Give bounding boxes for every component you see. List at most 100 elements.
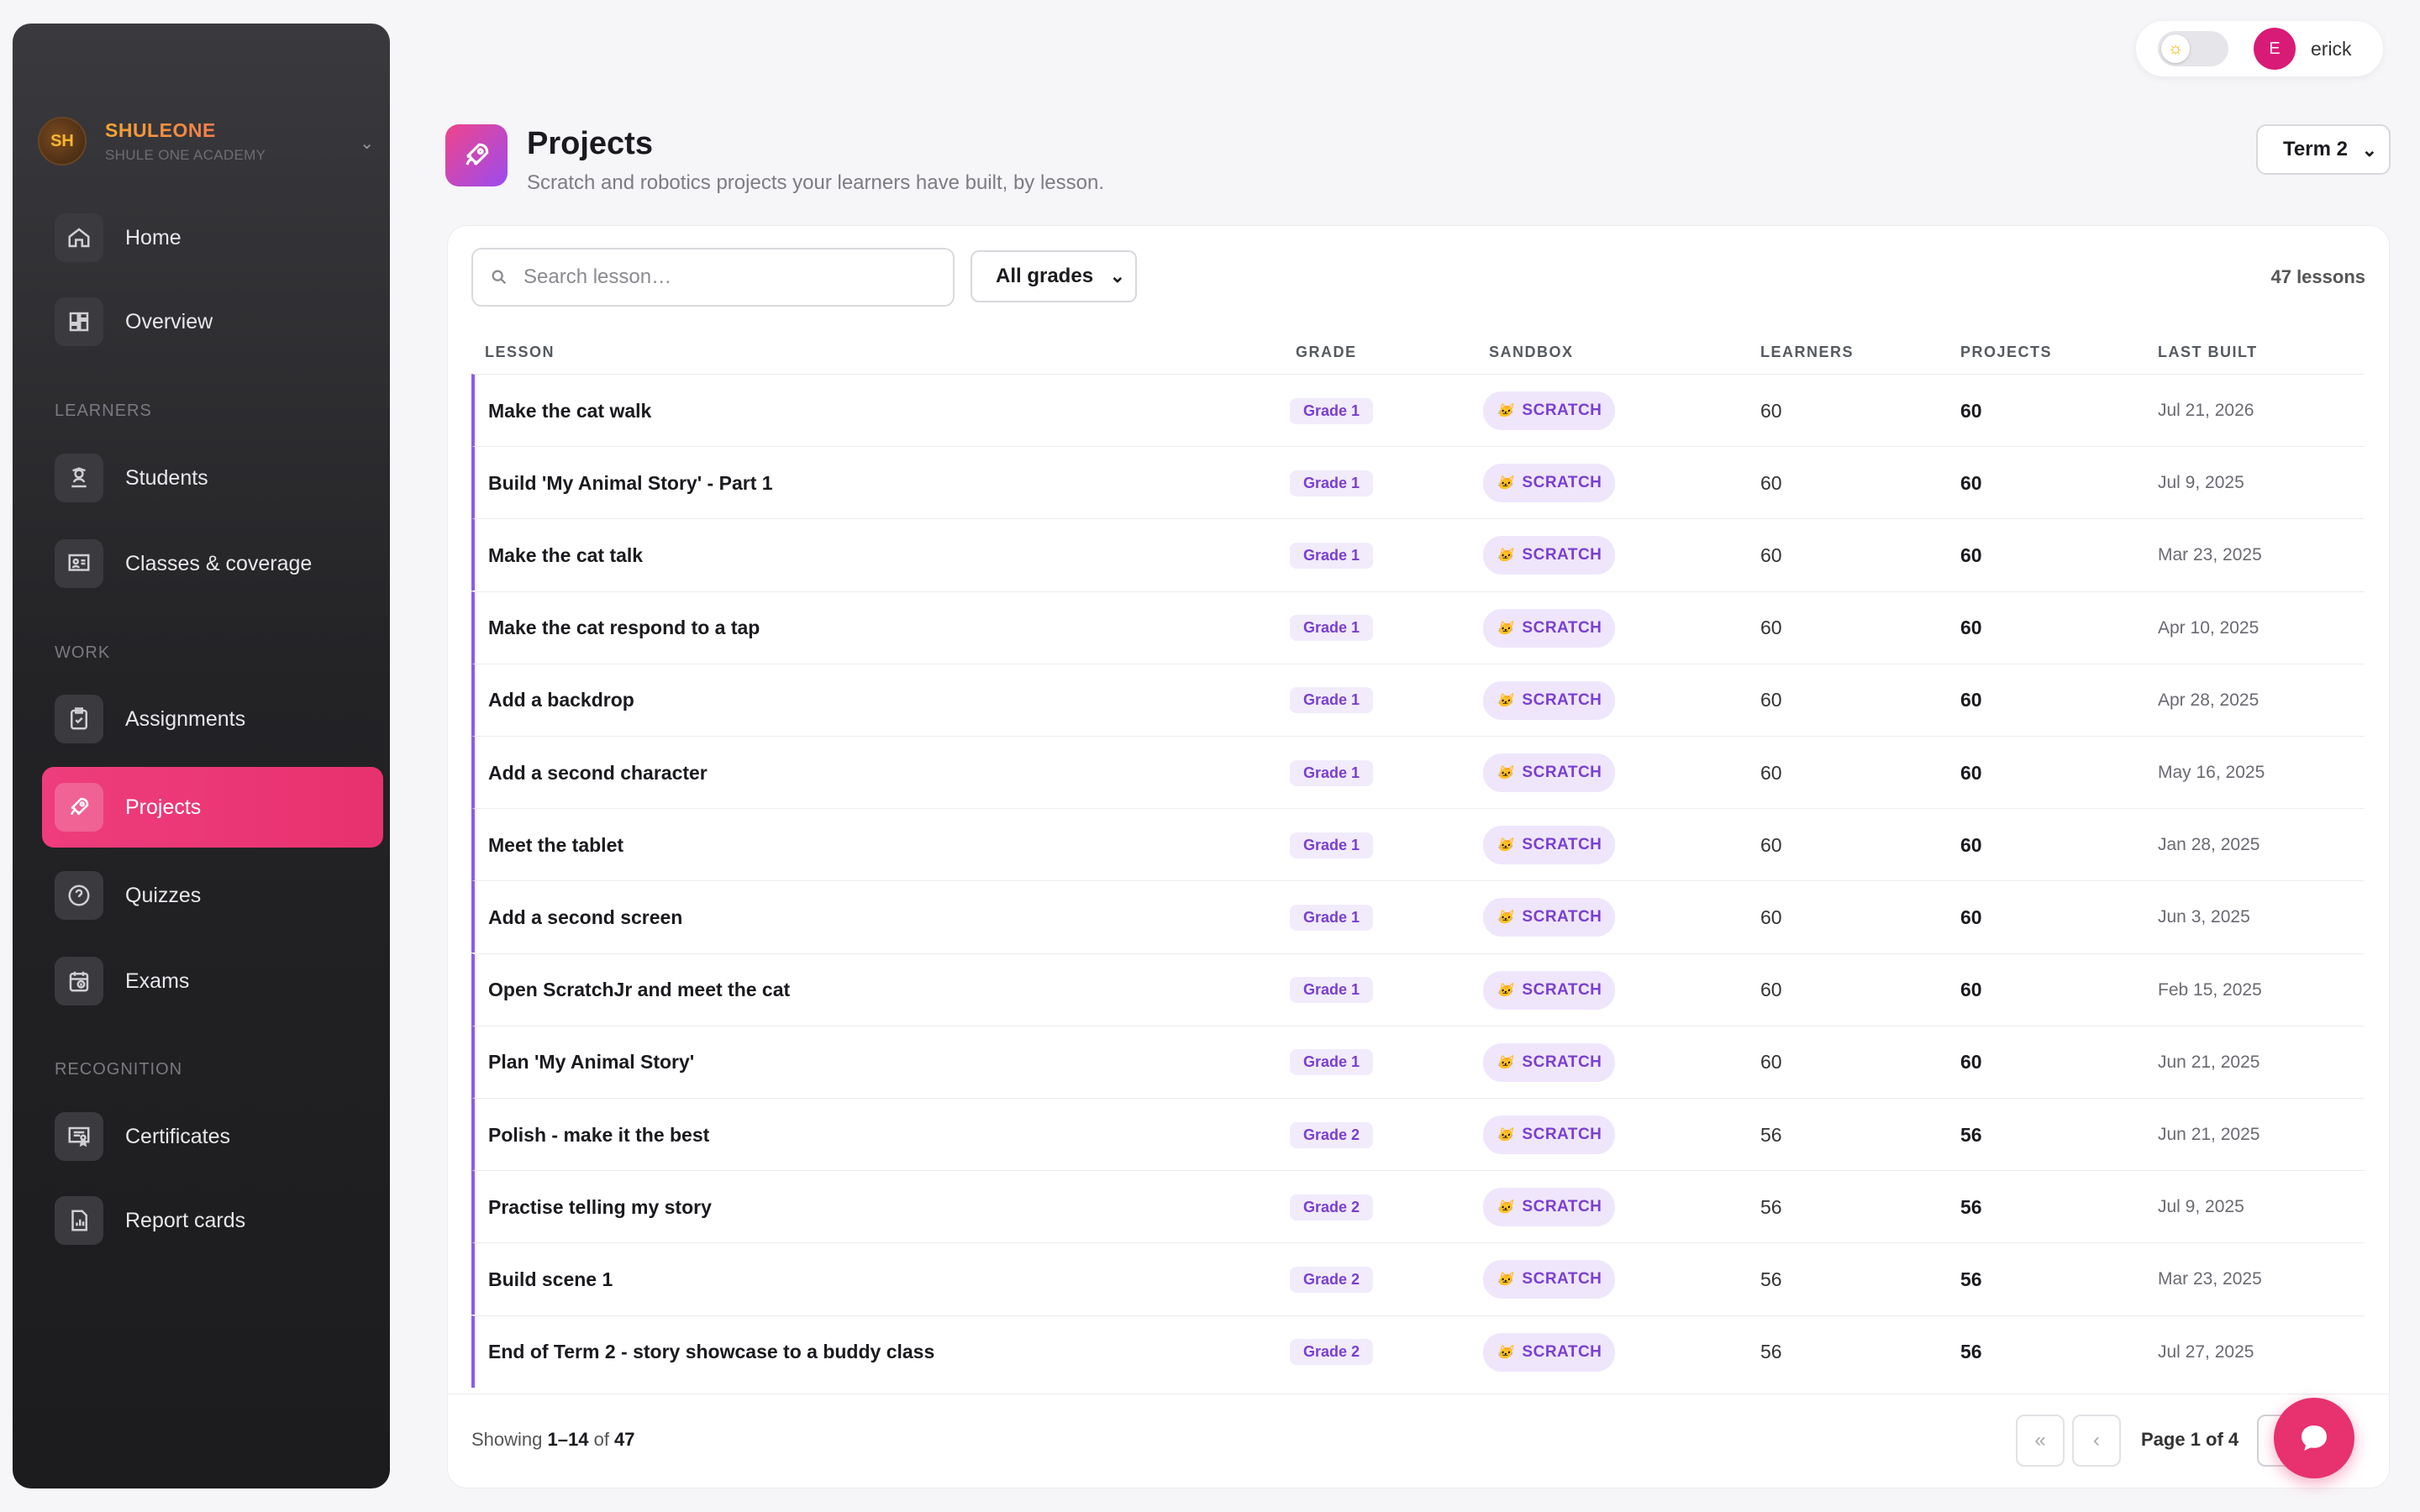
sidebar-item-report-cards[interactable]: Report cards: [42, 1180, 383, 1261]
sidebar-item-quizzes[interactable]: Quizzes: [42, 855, 383, 936]
last-built-date: Mar 23, 2025: [2158, 545, 2262, 565]
sandbox-label: SCRATCH: [1522, 1053, 1602, 1071]
sandbox-label: SCRATCH: [1522, 402, 1602, 419]
user-name[interactable]: erick: [2311, 38, 2352, 60]
sidebar-item-students[interactable]: Students: [42, 438, 383, 518]
column-header-grade[interactable]: GRADE: [1296, 344, 1357, 361]
grade-badge: Grade 1: [1290, 881, 1374, 953]
search-input[interactable]: [523, 265, 927, 289]
section-label-work: WORK: [55, 643, 111, 662]
sandbox-badge: 🐱 SCRATCH: [1483, 375, 1616, 447]
lesson-name[interactable]: Build scene 1: [488, 1243, 613, 1315]
column-header-learners[interactable]: LEARNERS: [1760, 344, 1854, 361]
avatar[interactable]: E: [2254, 28, 2296, 70]
grade-badge: Grade 1: [1290, 447, 1374, 519]
table-row[interactable]: Make the cat respond to a tap Grade 1 🐱 SCR…: [471, 591, 2365, 664]
lesson-name[interactable]: Add a backdrop: [488, 664, 634, 737]
table-row[interactable]: Polish - make it the best Grade 2 🐱 SCRATCH…: [471, 1098, 2365, 1170]
table-row[interactable]: Meet the tablet Grade 1 🐱 SCRATCH 60 60 Jan 28…: [471, 808, 2365, 881]
grade-badge-label: Grade 2: [1290, 1339, 1374, 1366]
chevron-down-icon[interactable]: ⌄: [360, 133, 374, 154]
last-built-date: Mar 23, 2025: [2158, 1269, 2262, 1289]
org-switcher[interactable]: SH SHULEONE SHULE ONE ACADEMY ⌄: [38, 91, 374, 192]
projects-count: 56: [1960, 1123, 1982, 1146]
sidebar-item-label: Home: [125, 225, 182, 249]
sandbox-badge: 🐱 SCRATCH: [1483, 809, 1616, 881]
learners-count: 60: [1760, 761, 1782, 784]
sandbox-badge-pill: 🐱 SCRATCH: [1483, 1116, 1616, 1154]
grade-badge: Grade 1: [1290, 737, 1374, 809]
grade-badge: Grade 1: [1290, 375, 1374, 447]
org-name: SHULEONE: [105, 119, 266, 142]
lesson-name[interactable]: Add a second screen: [488, 881, 682, 953]
lesson-name[interactable]: Add a second character: [488, 737, 708, 809]
grade-filter-select[interactable]: All grades ⌄: [971, 250, 1137, 302]
table-row[interactable]: Add a second screen Grade 1 🐱 SCRATCH 60 60 Ju…: [471, 880, 2365, 953]
sandbox-badge: 🐱 SCRATCH: [1483, 1026, 1616, 1099]
sidebar-item-home[interactable]: Home: [42, 197, 383, 278]
sandbox-label: SCRATCH: [1522, 1198, 1602, 1216]
sidebar-item-assignments[interactable]: Assignments: [42, 679, 383, 759]
sandbox-badge-pill: 🐱 SCRATCH: [1483, 1260, 1616, 1299]
table-row[interactable]: Build scene 1 Grade 2 🐱 SCRATCH 56 56 Mar 23, …: [471, 1242, 2365, 1315]
sandbox-label: SCRATCH: [1522, 690, 1602, 709]
sidebar-item-projects[interactable]: Projects: [42, 767, 383, 848]
first-page-button[interactable]: «: [2016, 1415, 2065, 1467]
column-header-projects[interactable]: PROJECTS: [1960, 344, 2052, 361]
classroom-icon: [55, 539, 103, 588]
sandbox-badge: 🐱 SCRATCH: [1483, 737, 1616, 809]
lesson-name[interactable]: Build 'My Animal Story' - Part 1: [488, 447, 773, 519]
column-header-last-built[interactable]: LAST BUILT: [2158, 344, 2258, 361]
table-row[interactable]: Make the cat walk Grade 1 🐱 SCRATCH 60 60 Jul …: [471, 374, 2365, 446]
table-row[interactable]: Open ScratchJr and meet the cat Grade 1 🐱 S…: [471, 953, 2365, 1026]
table-row[interactable]: Make the cat talk Grade 1 🐱 SCRATCH 60 60 Mar …: [471, 518, 2365, 591]
lesson-name[interactable]: Polish - make it the best: [488, 1099, 709, 1171]
grade-badge: Grade 1: [1290, 1026, 1374, 1099]
table-row[interactable]: Practise telling my story Grade 2 🐱 SCRATCH…: [471, 1170, 2365, 1243]
lesson-name[interactable]: Plan 'My Animal Story': [488, 1026, 694, 1099]
sandbox-badge-pill: 🐱 SCRATCH: [1483, 1188, 1616, 1227]
column-header-lesson[interactable]: LESSON: [485, 344, 555, 361]
table-row[interactable]: Add a backdrop Grade 1 🐱 SCRATCH 60 60 Apr 28,…: [471, 663, 2365, 737]
table-row[interactable]: Build 'My Animal Story' - Part 1 Grade 1 🐱…: [471, 446, 2365, 519]
last-built-date: May 16, 2025: [2158, 763, 2265, 782]
sandbox-label: SCRATCH: [1522, 980, 1602, 999]
home-icon: [55, 213, 103, 262]
last-built-date: Jun 3, 2025: [2158, 907, 2250, 927]
sidebar-item-label: Quizzes: [125, 883, 202, 907]
lesson-name[interactable]: Open ScratchJr and meet the cat: [488, 954, 790, 1026]
lesson-name[interactable]: Practise telling my story: [488, 1171, 712, 1243]
grade-badge: Grade 1: [1290, 954, 1374, 1026]
lesson-name[interactable]: End of Term 2 - story showcase to a budd…: [488, 1316, 934, 1389]
grade-badge: Grade 1: [1290, 519, 1374, 591]
chat-button[interactable]: [2274, 1398, 2354, 1478]
lesson-count: 47 lessons: [2270, 266, 2365, 287]
sidebar-item-overview[interactable]: Overview: [42, 281, 383, 362]
chevron-down-icon: ⌄: [1109, 265, 1125, 286]
theme-toggle[interactable]: ☼: [2158, 31, 2228, 66]
sidebar-item-label: Students: [125, 465, 208, 490]
table-row[interactable]: Add a second character Grade 1 🐱 SCRATCH 60 6…: [471, 736, 2365, 808]
lesson-name[interactable]: Make the cat talk: [488, 519, 643, 591]
learners-count: 56: [1760, 1123, 1782, 1146]
learners-count: 60: [1760, 979, 1782, 1001]
projects-count: 60: [1960, 1051, 1982, 1074]
lesson-name[interactable]: Make the cat respond to a tap: [488, 592, 760, 664]
search-box[interactable]: [471, 248, 955, 307]
term-select[interactable]: Term 2 ⌄: [2256, 124, 2391, 175]
prev-page-button[interactable]: ‹: [2072, 1415, 2121, 1467]
lesson-name[interactable]: Meet the tablet: [488, 809, 623, 881]
projects-count: 56: [1960, 1195, 1982, 1218]
sandbox-badge: 🐱 SCRATCH: [1483, 1099, 1616, 1171]
table-row[interactable]: End of Term 2 - story showcase to a budd…: [471, 1315, 2365, 1388]
grade-badge-label: Grade 1: [1290, 470, 1374, 496]
projects-card: All grades ⌄ 47 lessons LESSON GRADE SAN…: [447, 225, 2390, 1488]
table-row[interactable]: Plan 'My Animal Story' Grade 1 🐱 SCRATCH 60 6…: [471, 1025, 2365, 1099]
sidebar-item-exams[interactable]: Exams: [42, 941, 383, 1021]
column-header-sandbox[interactable]: SANDBOX: [1489, 344, 1574, 361]
lesson-name[interactable]: Make the cat walk: [488, 375, 651, 447]
grade-badge: Grade 2: [1290, 1099, 1374, 1171]
sidebar-item-classes[interactable]: Classes & coverage: [42, 523, 383, 604]
grade-badge-label: Grade 1: [1290, 687, 1374, 714]
sidebar-item-certificates[interactable]: Certificates: [42, 1096, 383, 1177]
